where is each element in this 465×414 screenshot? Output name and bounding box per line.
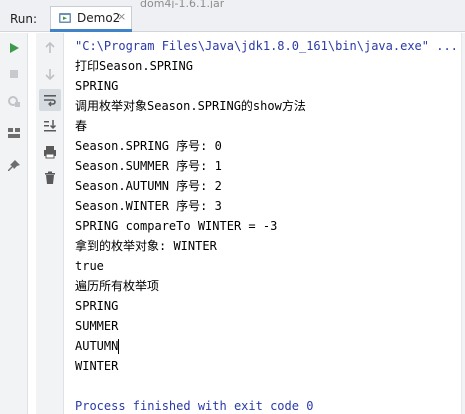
console-line: 调用枚举对象Season.SPRING的show方法 — [75, 99, 306, 113]
console-command-line: "C:\Program Files\Java\jdk1.8.0_161\bin\… — [75, 39, 458, 53]
run-label: Run: — [10, 12, 38, 26]
trash-icon[interactable] — [39, 167, 61, 189]
console-line: 春 — [75, 119, 88, 133]
restore-layout-icon[interactable] — [3, 90, 25, 112]
console-line: true — [75, 259, 104, 273]
console-line: 遍历所有枚举项 — [75, 279, 160, 293]
down-arrow-icon[interactable] — [39, 63, 61, 85]
up-arrow-icon[interactable] — [39, 37, 61, 59]
print-icon[interactable] — [39, 141, 61, 163]
console-line: 打印Season.SPRING — [75, 59, 193, 73]
console-line: AUTUMN — [75, 339, 119, 353]
console-line: SUMMER — [75, 319, 119, 333]
tab-close-icon[interactable]: × — [117, 11, 126, 23]
rerun-icon[interactable] — [3, 37, 25, 59]
console-line: Season.AUTUMN 序号: 2 — [75, 179, 222, 193]
console-line: 拿到的枚举对象: WINTER — [75, 239, 217, 253]
console-exit-line: Process finished with exit code 0 — [75, 399, 314, 413]
console-line: Season.SUMMER 序号: 1 — [75, 159, 222, 173]
run-toolwindow-header: Run: dom4j-1.6.1.jar Demo2 × — [0, 0, 465, 32]
run-config-icon — [59, 13, 71, 23]
scrollbar-track[interactable] — [461, 33, 465, 414]
text-caret — [118, 339, 119, 354]
pin-icon[interactable] — [3, 155, 25, 177]
console-output[interactable]: "C:\Program Files\Java\jdk1.8.0_161\bin\… — [66, 33, 465, 414]
background-tab-hint: dom4j-1.6.1.jar — [140, 0, 225, 8]
soft-wrap-icon[interactable] — [39, 89, 61, 111]
console-line: Season.SPRING 序号: 0 — [75, 139, 222, 153]
tab-label: Demo2 — [77, 11, 121, 25]
active-tab-indicator — [50, 29, 132, 32]
console-actions-toolbar — [36, 33, 64, 414]
console-line: WINTER — [75, 359, 119, 373]
run-actions-toolbar — [0, 33, 28, 414]
console-line: Season.WINTER 序号: 3 — [75, 199, 222, 213]
console-line: SPRING compareTo WINTER = -3 — [75, 219, 278, 233]
stop-icon[interactable] — [3, 63, 25, 85]
layout-icon[interactable] — [3, 122, 25, 144]
console-line: SPRING — [75, 79, 119, 93]
console-line: SPRING — [75, 299, 119, 313]
scroll-to-end-icon[interactable] — [39, 115, 61, 137]
